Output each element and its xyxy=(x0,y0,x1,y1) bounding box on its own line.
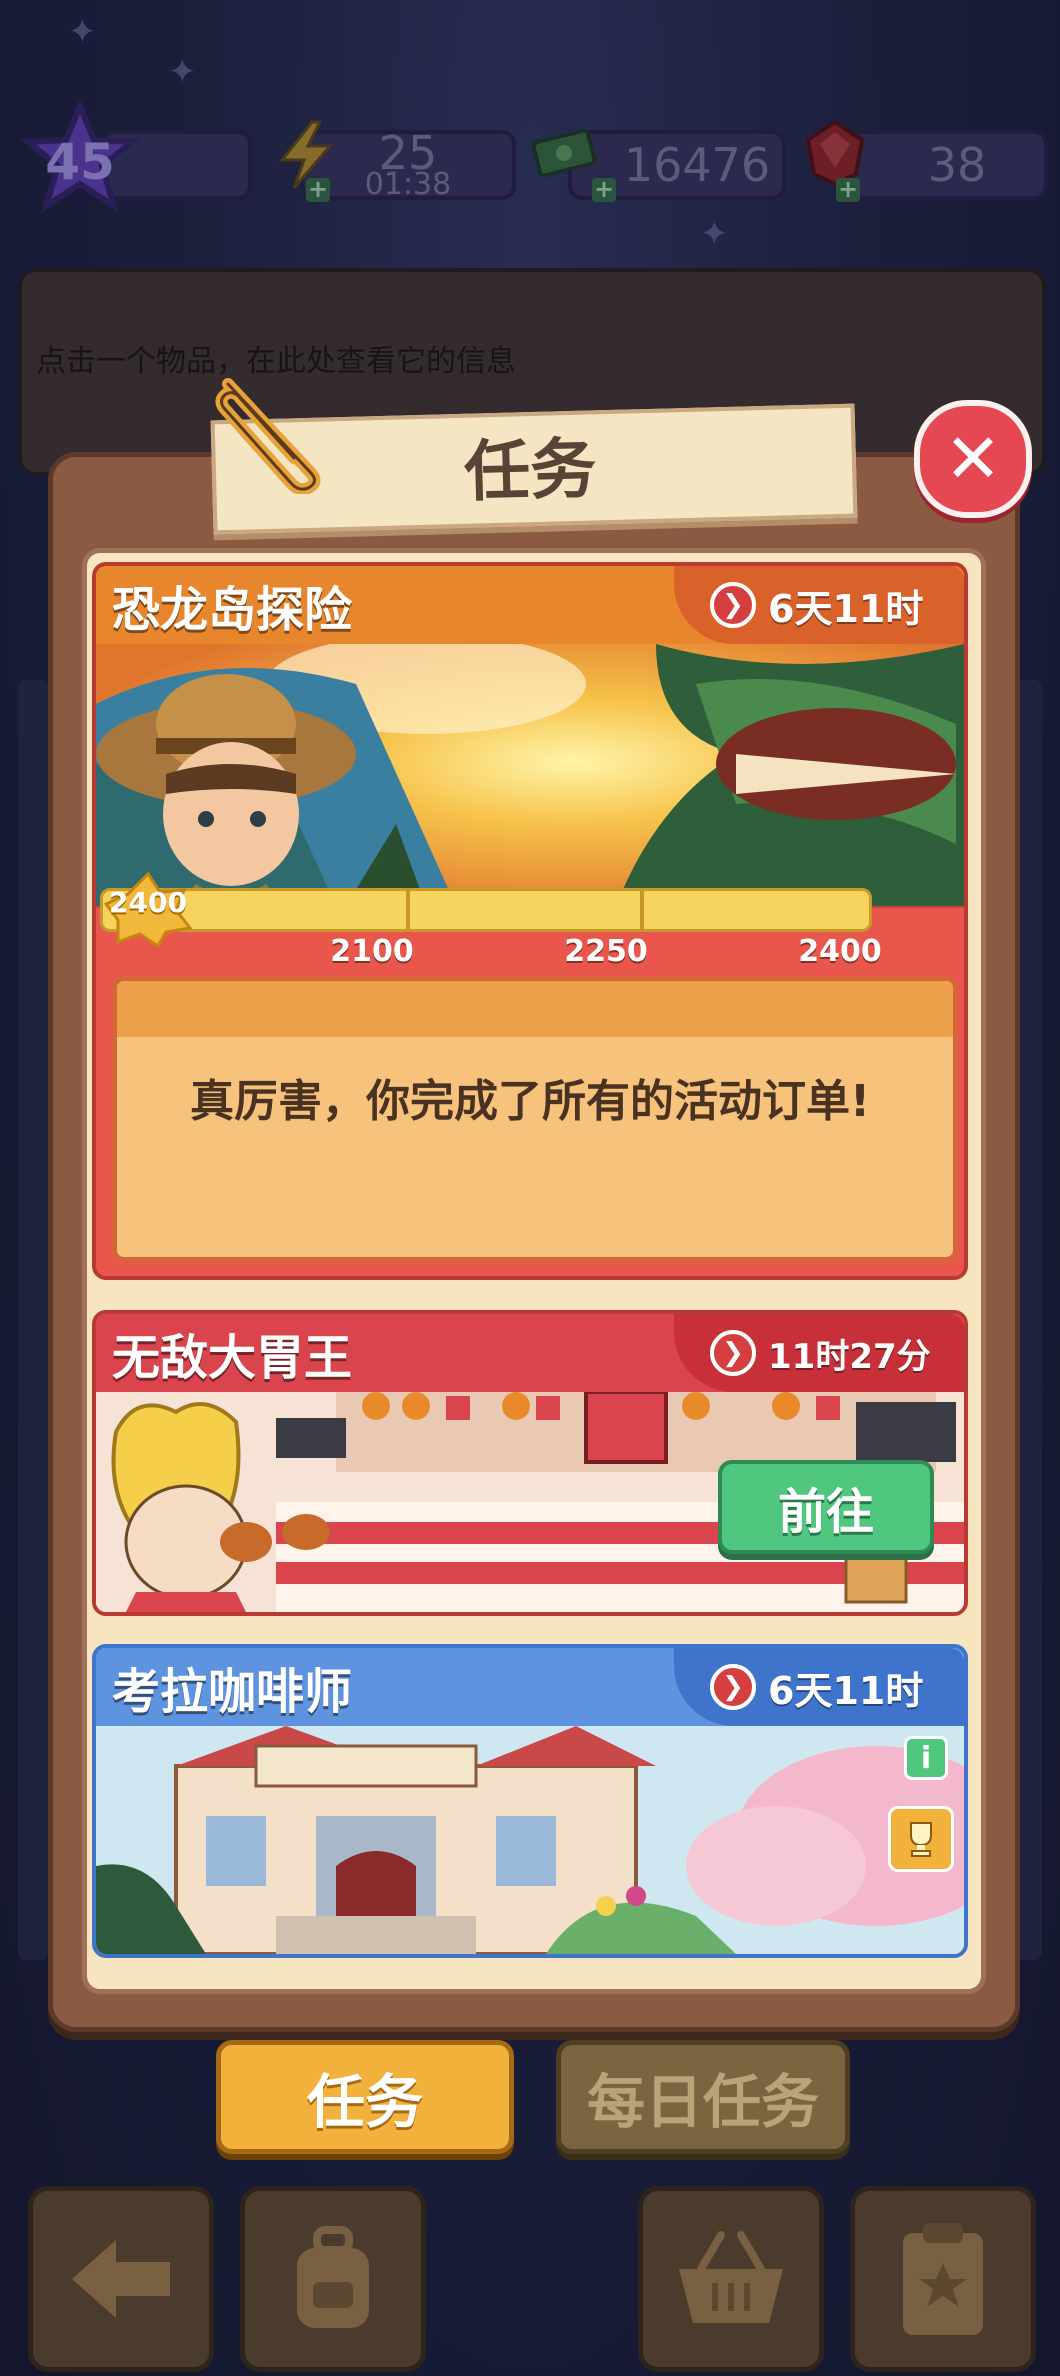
current-score: 2400 xyxy=(109,886,187,919)
nav-clipboard-button[interactable] xyxy=(850,2186,1036,2372)
progress-tick xyxy=(640,888,644,932)
progress-tick xyxy=(406,888,410,932)
milestone-label: 2400 xyxy=(798,934,882,969)
paperclip-icon xyxy=(215,378,321,494)
milestone-label: 2250 xyxy=(564,934,648,969)
nav-backpack-button[interactable] xyxy=(240,2186,426,2372)
completion-message: 真厉害，你完成了所有的活动订单! xyxy=(189,1076,871,1127)
clock-icon: ❯ xyxy=(710,582,756,628)
go-button[interactable]: 前往 xyxy=(718,1460,934,1554)
event-title: 考拉咖啡师 xyxy=(112,1664,353,1720)
backpack-icon xyxy=(297,2226,369,2328)
trophy-icon xyxy=(910,1822,932,1857)
event-timer-text: 11时27分 xyxy=(768,1336,931,1377)
event-progress-bar xyxy=(100,888,872,932)
info-icon[interactable]: i xyxy=(904,1736,948,1780)
nav-back-button[interactable] xyxy=(28,2186,214,2372)
tab-tasks[interactable]: 任务 xyxy=(216,2040,514,2154)
trophy-button[interactable] xyxy=(888,1806,954,1872)
event-card-koala-barista[interactable]: 考拉咖啡师 ❯ 6天11时 xyxy=(92,1644,968,1958)
clipboard-icon xyxy=(903,2223,983,2335)
event-timer-text: 6天11时 xyxy=(768,586,924,631)
event-timer: ❯ 11时27分 xyxy=(674,1314,964,1392)
close-icon: ✕ xyxy=(944,419,1002,499)
message-box-header xyxy=(117,981,953,1037)
event-timer: ❯ 6天11时 xyxy=(674,1648,964,1726)
cafe-illustration xyxy=(96,1726,964,1954)
milestone-label: 2100 xyxy=(330,934,414,969)
basket-icon xyxy=(679,2231,783,2323)
dino-island-illustration xyxy=(96,644,964,906)
nav-basket-button[interactable] xyxy=(638,2186,824,2372)
clock-icon: ❯ xyxy=(710,1330,756,1376)
event-timer: ❯ 6天11时 xyxy=(674,566,964,644)
clock-icon: ❯ xyxy=(710,1664,756,1710)
event-timer-text: 6天11时 xyxy=(768,1668,924,1713)
event-title: 无敌大胃王 xyxy=(112,1330,353,1386)
event-title: 恐龙岛探险 xyxy=(112,582,353,638)
back-icon xyxy=(72,2240,170,2318)
tab-daily-tasks[interactable]: 每日任务 xyxy=(556,2040,850,2154)
close-button[interactable]: ✕ xyxy=(914,400,1032,518)
